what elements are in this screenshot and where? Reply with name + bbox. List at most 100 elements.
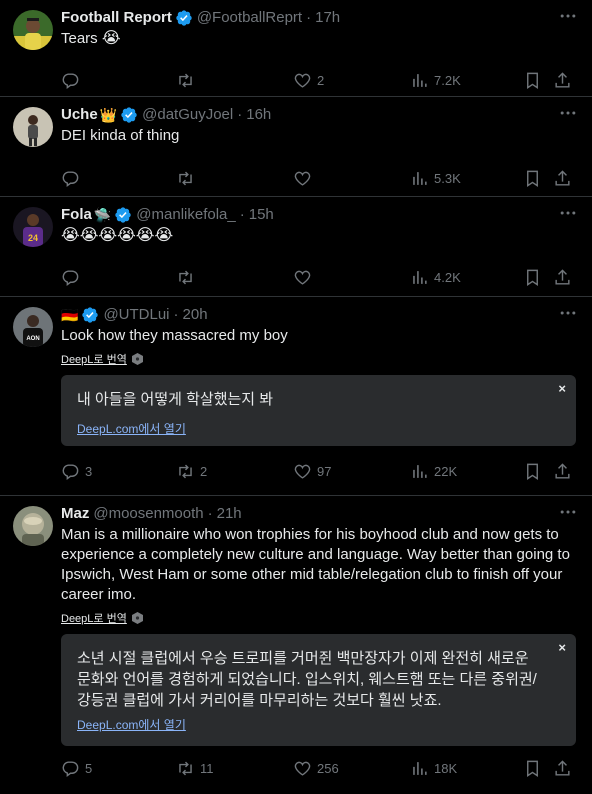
like-icon [294,761,311,776]
views-button[interactable]: 5.3K [410,169,523,188]
timestamp[interactable]: 20h [183,305,208,325]
crying-emoji: 😭 [101,30,121,47]
tweet[interactable]: Maz @moosenmooth · 21h Man is a milliona… [0,496,592,794]
translation-box: × 소년 시절 클럽에서 우승 트로피를 거머쥔 백만장자가 이제 완전히 새로… [61,634,576,746]
views-icon [413,761,427,775]
action-bar: 2 7.2K [61,60,576,100]
retweet-icon [179,761,192,775]
more-icon[interactable] [558,303,578,323]
retweet-button[interactable] [176,268,293,287]
more-icon[interactable] [558,103,578,123]
bookmark-button[interactable] [523,268,553,287]
separator-dot: · [207,505,213,522]
timestamp[interactable]: 17h [315,8,340,28]
like-button[interactable]: 256 [293,759,410,778]
timestamp[interactable]: 15h [249,205,274,225]
tweet[interactable]: Football Report @FootballReprt · 17h Tea… [0,0,592,97]
separator-dot: · [237,106,243,123]
bookmark-icon [527,760,538,777]
display-name[interactable]: Fola [61,205,92,225]
reply-button[interactable]: 5 [61,759,176,778]
action-bar: 3 2 97 22K [61,451,576,491]
like-button[interactable] [293,268,410,287]
verified-icon [81,306,99,324]
share-button[interactable] [553,462,573,481]
user-handle[interactable]: @UTDLui [103,305,169,325]
views-icon [413,270,427,284]
timestamp[interactable]: 16h [246,105,271,125]
deepl-translate-link[interactable]: DeepL로 번역 [61,352,576,366]
bookmark-button[interactable] [523,759,553,778]
reply-button[interactable] [61,71,176,90]
timestamp[interactable]: 21h [217,504,242,524]
display-name[interactable]: Maz [61,504,89,524]
like-button[interactable] [293,169,410,188]
avatar[interactable] [13,10,53,50]
reply-button[interactable] [61,169,176,188]
bookmark-button[interactable] [523,169,553,188]
deepl-icon [131,612,143,624]
avatar[interactable] [13,506,53,546]
action-bar: 4.2K [61,257,576,297]
close-icon[interactable]: × [558,381,566,396]
action-bar: 5 11 256 18K [61,748,576,788]
action-bar: 5.3K [61,158,576,198]
separator-dot: · [173,306,179,323]
more-icon[interactable] [558,502,578,522]
tweet-text: Tears 😭 [61,30,121,47]
like-icon [294,464,311,479]
deepl-translate-link[interactable]: DeepL로 번역 [61,611,576,625]
share-button[interactable] [553,169,573,188]
views-button[interactable]: 22K [410,462,523,481]
verified-icon [120,106,138,124]
share-button[interactable] [553,268,573,287]
verified-icon [175,9,193,27]
user-handle[interactable]: @datGuyJoel [142,105,233,125]
views-icon [413,171,427,185]
avatar[interactable]: 24 [13,207,53,247]
share-icon [555,71,570,88]
avatar[interactable]: AON [13,307,53,347]
views-button[interactable]: 18K [410,759,523,778]
reply-button[interactable]: 3 [61,462,176,481]
retweet-button[interactable] [176,71,293,90]
views-icon [413,73,427,87]
user-handle[interactable]: @FootballReprt [197,8,302,28]
retweet-button[interactable] [176,169,293,188]
share-button[interactable] [553,71,573,90]
like-button[interactable]: 97 [293,462,410,481]
bookmark-icon [527,269,538,286]
open-in-deepl-link[interactable]: DeepL.com에서 열기 [77,420,546,437]
like-button[interactable]: 2 [293,71,410,90]
reply-button[interactable] [61,268,176,287]
close-icon[interactable]: × [558,640,566,655]
display-name[interactable]: Football Report [61,8,172,28]
more-icon[interactable] [558,6,578,26]
user-handle[interactable]: @moosenmooth [93,504,203,524]
reply-icon [62,269,79,286]
views-button[interactable]: 7.2K [410,71,523,90]
bookmark-icon [527,72,538,89]
retweet-button[interactable]: 11 [176,759,293,778]
bookmark-button[interactable] [523,71,553,90]
tweet[interactable]: 24 Fola 🛸 @manlikefola_ · 15h 😭😭😭😭😭😭 4.2… [0,197,592,297]
share-button[interactable] [553,759,573,778]
reply-icon [62,170,79,187]
display-name[interactable]: Uche [61,105,98,125]
tweet-text: DEI kinda of thing [61,127,180,144]
bookmark-button[interactable] [523,462,553,481]
share-icon [555,759,570,776]
user-handle[interactable]: @manlikefola_ [136,205,235,225]
retweet-icon [179,73,192,87]
retweet-button[interactable]: 2 [176,462,293,481]
bookmark-icon [527,463,538,480]
views-button[interactable]: 4.2K [410,268,523,287]
tweet-text: 😭😭😭😭😭😭 [61,227,174,244]
more-icon[interactable] [558,203,578,223]
avatar[interactable] [13,107,53,147]
open-in-deepl-link[interactable]: DeepL.com에서 열기 [77,716,546,733]
like-icon [294,73,311,88]
share-icon [555,169,570,186]
tweet[interactable]: Uche 👑 @datGuyJoel · 16h DEI kinda of th… [0,97,592,197]
tweet[interactable]: AON 🇩🇪 @UTDLui · 20h Look how they massa… [0,297,592,496]
